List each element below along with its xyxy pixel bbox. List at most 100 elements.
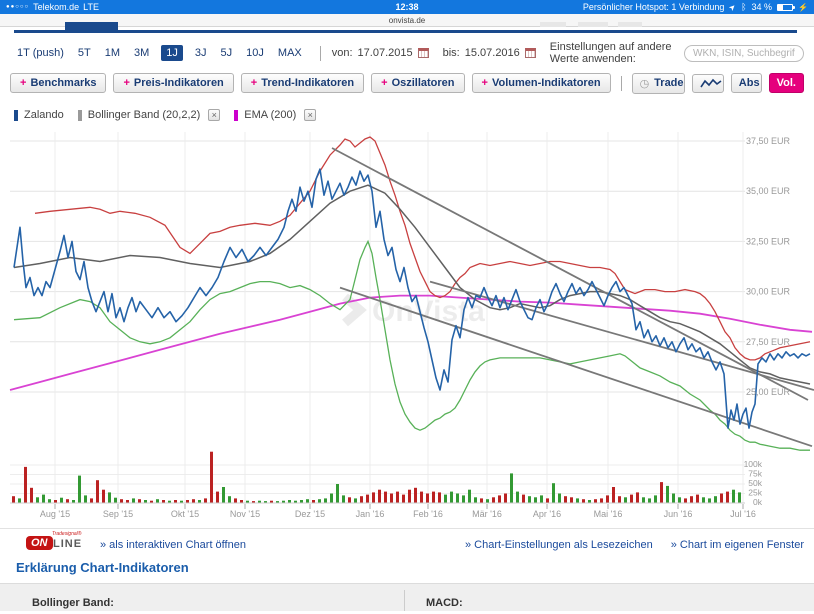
bookmark-settings-link[interactable]: » Chart-Einstellungen als Lesezeichen (465, 539, 653, 551)
volume-bar (636, 492, 639, 503)
explanation-heading: Erklärung Chart-Indikatoren (16, 560, 189, 575)
hotspot-status-label: Persönlicher Hotspot: 1 Verbindung (583, 2, 725, 12)
volume-bar (498, 495, 501, 503)
scale-abs-button[interactable]: Abs (732, 74, 762, 92)
volume-bar (156, 499, 159, 503)
url-bar[interactable]: onvista.de (0, 14, 814, 27)
volume-bar (138, 499, 141, 503)
range-5t[interactable]: 5T (78, 47, 91, 59)
plus-icon: + (381, 77, 387, 89)
add-oszillatoren-button[interactable]: + Oszillatoren (371, 73, 464, 93)
legend-label: EMA (200) (244, 109, 296, 121)
range-max[interactable]: MAX (278, 47, 302, 59)
footer-right-links: » Chart-Einstellungen als Lesezeichen » … (465, 539, 804, 551)
range-1m[interactable]: 1M (105, 47, 120, 59)
month-axis-label: Mai '16 (594, 509, 623, 519)
chart-footer-divider (0, 528, 814, 529)
chart-footer: Tradesignal® ON LINE » als interaktiven … (0, 531, 814, 555)
range-1j[interactable]: 1J (161, 45, 183, 61)
range-10j[interactable]: 10J (246, 47, 264, 59)
calendar-icon[interactable] (418, 48, 429, 58)
plus-icon: + (123, 77, 129, 89)
volume-bar (408, 490, 411, 503)
volume-bar (354, 498, 357, 503)
volume-bar (456, 494, 459, 504)
logo-on-badge: ON (26, 536, 53, 550)
volume-bar (414, 488, 417, 503)
legend-swatch (14, 110, 18, 121)
exchange-button[interactable]: ◷ Tradegate (633, 74, 686, 93)
date-from-group: von: 17.07.2015 (332, 47, 429, 59)
volume-bar (594, 499, 597, 503)
range-5j[interactable]: 5J (221, 47, 233, 59)
price-axis-label: 32,50 EUR (746, 236, 791, 246)
volume-bar (504, 494, 507, 504)
month-axis-label: Feb '16 (413, 509, 443, 519)
month-axis-label: Nov '15 (230, 509, 260, 519)
add-preis-indikatoren-button[interactable]: +Preis-Indikatoren (113, 73, 233, 93)
add-trend-indikatoren-button[interactable]: +Trend-Indikatoren (241, 73, 364, 93)
own-window-link[interactable]: » Chart im eigenen Fenster (671, 539, 804, 551)
toolbar-divider (320, 46, 321, 61)
date-to-label: bis: (443, 47, 460, 59)
volume-bar (438, 492, 441, 503)
volume-axis-label: 0k (753, 497, 763, 507)
volume-bar (576, 498, 579, 503)
range-group: 1T (push) 5T 1M 3M 1J 3J 5J 10J MAX (10, 45, 309, 61)
volume-bar (318, 499, 321, 503)
remove-indicator-button[interactable]: × (208, 109, 220, 121)
volume-bar (552, 483, 555, 503)
bollinger-term: Bollinger Band: (32, 597, 114, 609)
date-from-value: 17.07.2015 (358, 47, 413, 59)
month-axis-label: Okt '15 (171, 509, 199, 519)
indicator-toolbar: +Benchmarks +Preis-Indikatoren +Trend-Indi… (10, 70, 804, 96)
volume-bar (66, 499, 69, 503)
volume-bar (726, 492, 729, 503)
toolbar-divider (621, 76, 622, 91)
range-3m[interactable]: 3M (134, 47, 149, 59)
add-benchmarks-button[interactable]: +Benchmarks (10, 73, 106, 93)
calendar-icon[interactable] (525, 48, 536, 58)
volume-bar (324, 498, 327, 503)
volume-bar (618, 496, 621, 503)
volume-bar (234, 498, 237, 503)
volume-bar (624, 497, 627, 503)
volume-bar (228, 496, 231, 503)
volume-bar (306, 499, 309, 503)
price-axis-label: 25,00 EUR (746, 387, 791, 397)
symbol-search-input[interactable] (684, 45, 804, 62)
chart-type-button[interactable] (693, 75, 723, 92)
month-axis-label: Mär '16 (472, 509, 502, 519)
volume-bar (582, 499, 585, 503)
volume-bar (516, 492, 519, 503)
remove-indicator-button[interactable]: × (304, 109, 316, 121)
volume-toggle-button[interactable]: Vol. (769, 73, 804, 93)
button-label: Oszillatoren (392, 77, 455, 89)
volume-bar (24, 467, 27, 503)
volume-bar (696, 495, 699, 503)
volume-bar (108, 492, 111, 503)
volume-bar (468, 490, 471, 503)
volume-bar (486, 499, 489, 503)
price-axis-label: 30,00 EUR (746, 287, 791, 297)
range-3j[interactable]: 3J (195, 47, 207, 59)
range-1tpush[interactable]: 1T (push) (17, 47, 64, 59)
add-volumen-indikatoren-button[interactable]: +Volumen-Indikatoren (472, 73, 611, 93)
volume-axis-label: 25k (748, 488, 762, 498)
tradesignal-online-logo[interactable]: Tradesignal® ON LINE (26, 533, 96, 553)
volume-bar (120, 499, 123, 503)
price-axis-label: 35,00 EUR (746, 186, 791, 196)
legend-item-ema-200-: EMA (200) × (234, 109, 316, 121)
volume-bar (642, 497, 645, 503)
volume-bar (360, 496, 363, 503)
volume-bar (18, 498, 21, 503)
volume-bar (426, 494, 429, 504)
open-interactive-chart-link[interactable]: » als interaktiven Chart öffnen (100, 539, 246, 551)
volume-bar (666, 486, 669, 503)
month-axis-label: Jun '16 (664, 509, 693, 519)
volume-bar (330, 494, 333, 504)
volume-bar (660, 482, 663, 503)
trendline-1 (332, 148, 808, 400)
volume-bar (654, 495, 657, 503)
volume-axis-label: 75k (748, 469, 762, 479)
